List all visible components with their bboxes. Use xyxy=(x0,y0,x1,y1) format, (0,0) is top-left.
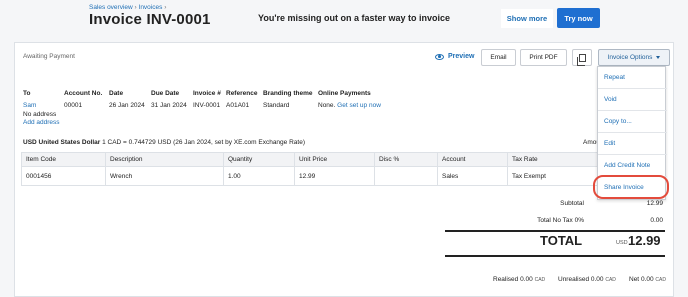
header-online-payments: Online Payments xyxy=(318,90,371,97)
realised-balance: Realised 0.00 CAD xyxy=(493,276,545,283)
contact-link[interactable]: Sam xyxy=(23,102,60,111)
branding-value: Standard xyxy=(263,102,290,109)
unrealised-value: 0.00 xyxy=(590,276,604,283)
header-branding-theme: Branding theme xyxy=(263,90,313,97)
table-header-row: Item Code Description Quantity Unit Pric… xyxy=(21,152,661,167)
menu-item-void[interactable]: Void xyxy=(604,96,617,103)
preview-label: Preview xyxy=(448,53,475,60)
menu-item-edit[interactable]: Edit xyxy=(604,140,615,147)
get-set-up-link[interactable]: Get set up now xyxy=(337,102,381,109)
promo-text: You're missing out on a faster way to in… xyxy=(258,13,451,23)
cell-quantity[interactable]: 1.00 xyxy=(223,166,295,186)
add-address-link[interactable]: Add address xyxy=(23,119,60,128)
invoice-card: Awaiting Payment Preview Email Print PDF… xyxy=(14,42,674,297)
try-now-button[interactable]: Try now xyxy=(557,8,600,28)
column-header: Disc % xyxy=(374,152,438,167)
chevron-down-icon xyxy=(656,56,661,59)
total-label: TOTAL xyxy=(540,233,583,248)
menu-item-add-credit-note[interactable]: Add Credit Note xyxy=(604,162,650,169)
invoice-options-dropdown[interactable]: Invoice Options xyxy=(598,49,670,66)
unrealised-balance: Unrealised 0.00 CAD xyxy=(558,276,616,283)
menu-divider xyxy=(598,110,667,111)
line-items-table: Item Code Description Quantity Unit Pric… xyxy=(21,152,661,186)
to-block: Sam No address Add address xyxy=(23,102,60,128)
total-currency: USD xyxy=(616,240,628,246)
preview-button[interactable]: Preview xyxy=(435,53,474,60)
date-value: 26 Jan 2024 xyxy=(109,102,145,109)
copy-button[interactable] xyxy=(572,49,592,66)
exchange-rate: 1 CAD = 0.744729 USD (26 Jan 2024, set b… xyxy=(100,139,305,146)
realised-currency: CAD xyxy=(534,277,546,283)
column-header: Item Code xyxy=(21,152,106,167)
invoice-options-label: Invoice Options xyxy=(607,54,653,61)
header-invoice-no: Invoice # xyxy=(193,90,221,97)
cell-unit-price[interactable]: 12.99 xyxy=(294,166,375,186)
breadcrumb-sales-overview[interactable]: Sales overview xyxy=(89,4,133,11)
tax-value: 0.00 xyxy=(650,217,663,224)
page-title: Invoice INV-0001 xyxy=(89,11,211,28)
cell-item-code[interactable]: 0001456 xyxy=(21,166,106,186)
share-invoice-highlight xyxy=(593,175,669,199)
total-divider-bottom xyxy=(445,255,665,257)
realised-value: 0.00 xyxy=(520,276,533,283)
column-header: Unit Price xyxy=(294,152,375,167)
table-row[interactable]: 0001456 Wrench 1.00 12.99 Sales Tax Exem… xyxy=(21,166,661,186)
menu-divider xyxy=(598,154,667,155)
tax-label: Total No Tax 0% xyxy=(537,217,584,224)
total-divider-top xyxy=(445,230,665,232)
currency-label: USD United States Dollar xyxy=(23,139,101,146)
status-label: Awaiting Payment xyxy=(23,53,75,60)
menu-divider xyxy=(598,88,667,89)
print-pdf-button[interactable]: Print PDF xyxy=(520,49,567,66)
account-no-value: 00001 xyxy=(64,102,83,109)
menu-item-repeat[interactable]: Repeat xyxy=(604,74,625,81)
show-more-button[interactable]: Show more xyxy=(501,9,553,28)
menu-divider xyxy=(598,132,667,133)
total-value: 12.99 xyxy=(628,233,661,248)
header-due-date: Due Date xyxy=(151,90,180,97)
copy-icon xyxy=(576,53,586,66)
header-to: To xyxy=(23,90,31,97)
column-header: Account xyxy=(437,152,508,167)
net-label: Net xyxy=(629,276,640,283)
net-currency: CAD xyxy=(655,277,666,283)
header-date: Date xyxy=(109,90,124,97)
breadcrumb-invoices[interactable]: Invoices xyxy=(139,4,163,11)
net-value: 0.00 xyxy=(640,276,654,283)
online-payments-none: None. xyxy=(318,102,336,109)
realised-label: Realised xyxy=(493,276,519,283)
cell-description[interactable]: Wrench xyxy=(105,166,224,186)
subtotal-value: 12.99 xyxy=(646,200,663,207)
breadcrumb: Sales overview › Invoices › xyxy=(89,4,166,11)
to-address: No address xyxy=(23,110,57,118)
due-date-value: 31 Jan 2024 xyxy=(151,102,187,109)
column-header: Description xyxy=(105,152,224,167)
header-reference: Reference xyxy=(226,90,258,97)
reference-value: A01A01 xyxy=(226,102,250,109)
breadcrumb-separator: › xyxy=(164,4,167,11)
eye-icon xyxy=(435,53,444,60)
subtotal-label: Subtotal xyxy=(560,200,584,207)
unrealised-currency: CAD xyxy=(605,277,616,283)
email-button[interactable]: Email xyxy=(481,49,516,66)
column-header: Quantity xyxy=(223,152,295,167)
cell-account[interactable]: Sales xyxy=(437,166,508,186)
breadcrumb-separator: › xyxy=(134,4,137,11)
unrealised-label: Unrealised xyxy=(558,276,590,283)
menu-item-copy-to[interactable]: Copy to... xyxy=(604,118,632,125)
invoice-no-value: INV-0001 xyxy=(193,102,221,109)
net-balance: Net 0.00 CAD xyxy=(629,276,666,283)
header-account-no: Account No. xyxy=(64,90,103,97)
cell-disc[interactable] xyxy=(374,166,438,186)
currency-line: USD United States Dollar 1 CAD = 0.74472… xyxy=(23,139,305,146)
online-payments-value: None. Get set up now xyxy=(318,102,381,109)
